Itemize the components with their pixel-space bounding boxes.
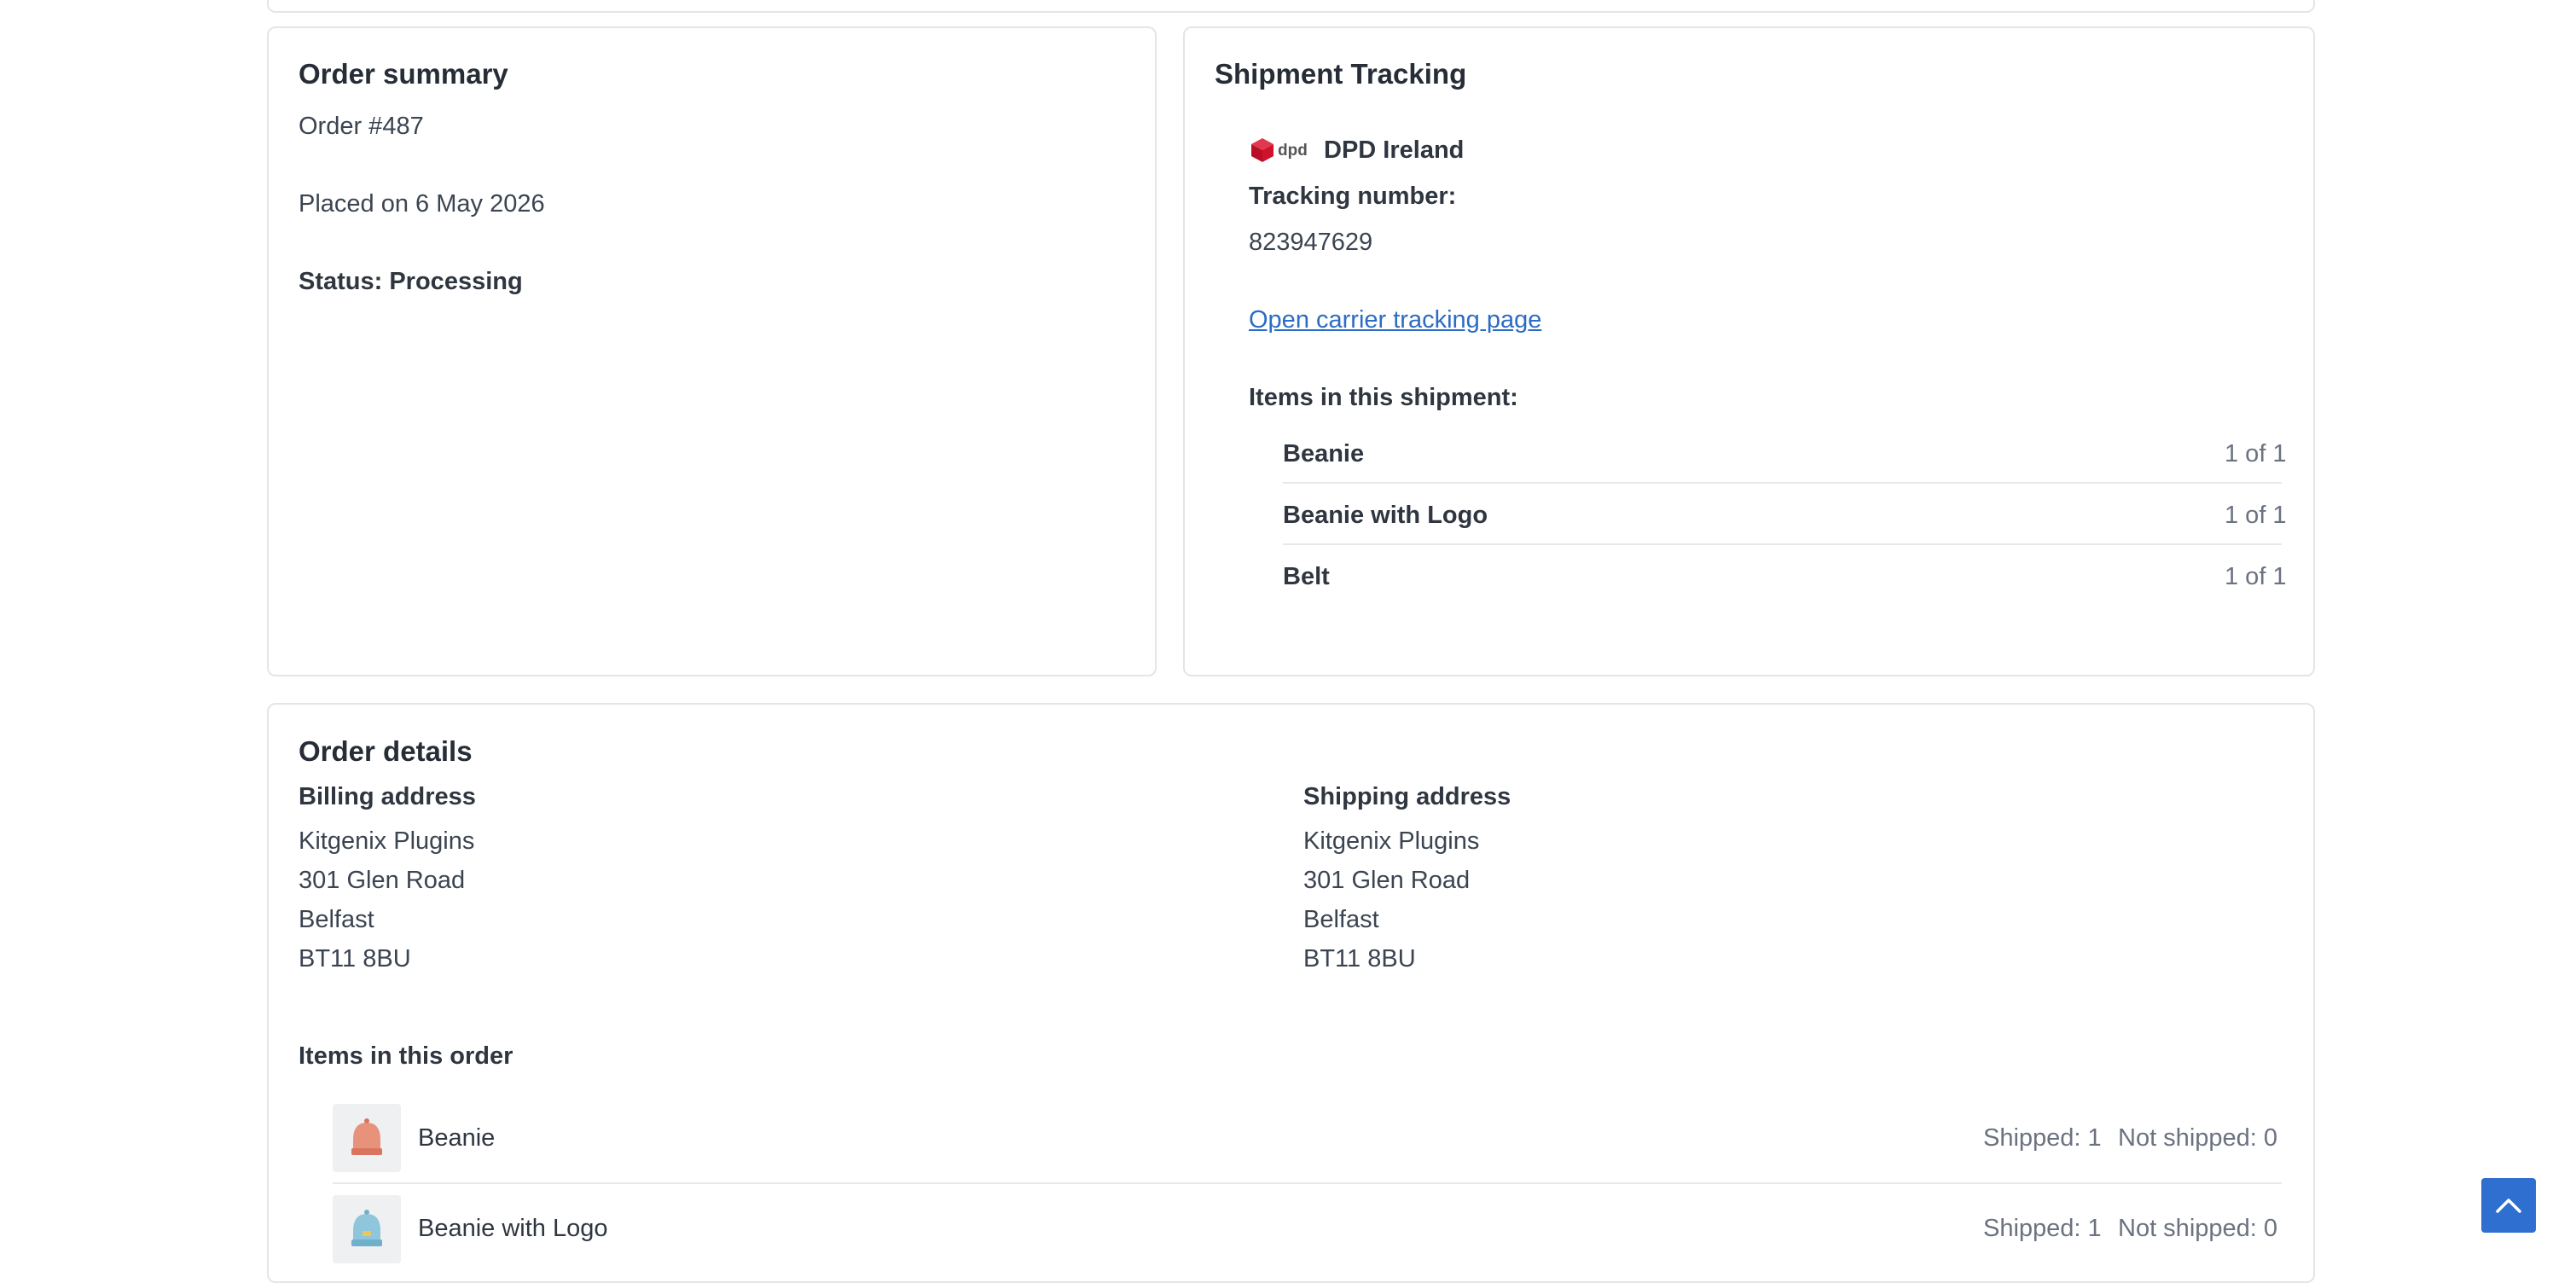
billing-address-heading: Billing address [299,783,476,810]
top-card-partial [267,0,2315,13]
order-details-card [267,703,2315,1283]
shipment-item-qty: 1 of 1 [2225,563,2287,590]
order-details-title: Order details [299,735,473,767]
divider [1283,482,2282,484]
divider [1283,543,2282,545]
shipment-item-name: Beanie [1283,440,1365,467]
placed-on-date: Placed on 6 May 2026 [299,190,545,218]
beanie-with-logo-image-icon [351,1210,382,1246]
shipping-address-line: Belfast [1303,906,1379,933]
divider [333,1182,2282,1184]
dpd-cube-icon [1250,137,1274,163]
order-status: Status: Processing [299,268,523,295]
tracking-number: 823947629 [1249,229,1373,256]
shipment-tracking-title: Shipment Tracking [1215,58,1467,90]
order-item-shipped: Shipped: 1 [1983,1215,2102,1242]
shipment-item-name: Belt [1283,563,1330,590]
shipment-items-label: Items in this shipment: [1249,384,1518,411]
order-number: Order #487 [299,113,424,140]
carrier-logo-text: dpd [1278,142,1308,160]
billing-address-line: Kitgenix Plugins [299,827,475,855]
order-item-shipped: Shipped: 1 [1983,1124,2102,1152]
order-items-heading: Items in this order [299,1042,513,1070]
order-item-name: Beanie with Logo [418,1215,608,1242]
billing-address-line: BT11 8BU [299,945,411,972]
carrier-name: DPD Ireland [1324,136,1465,164]
shipment-item-qty: 1 of 1 [2225,502,2287,529]
beanie-image-icon [351,1118,382,1155]
carrier-tracking-link[interactable]: Open carrier tracking page [1249,308,1541,333]
billing-address-line: 301 Glen Road [299,867,466,894]
order-item-not-shipped: Not shipped: 0 [2118,1215,2278,1242]
shipping-address-heading: Shipping address [1303,783,1511,810]
tracking-number-label: Tracking number: [1249,183,1457,210]
shipment-item-qty: 1 of 1 [2225,440,2287,467]
shipment-tracking-card [1183,26,2315,676]
order-item-name: Beanie [418,1124,496,1152]
shipment-item-name: Beanie with Logo [1283,502,1488,529]
order-item-not-shipped: Not shipped: 0 [2118,1124,2278,1152]
order-summary-title: Order summary [299,58,508,90]
billing-address-line: Belfast [299,906,374,933]
product-thumbnail [333,1195,401,1263]
shipping-address-line: BT11 8BU [1303,945,1416,972]
shipping-address-line: Kitgenix Plugins [1303,827,1480,855]
back-to-top-button[interactable] [2481,1178,2536,1233]
shipping-address-line: 301 Glen Road [1303,867,1471,894]
product-thumbnail [333,1104,401,1172]
chevron-up-icon [2496,1199,2521,1213]
